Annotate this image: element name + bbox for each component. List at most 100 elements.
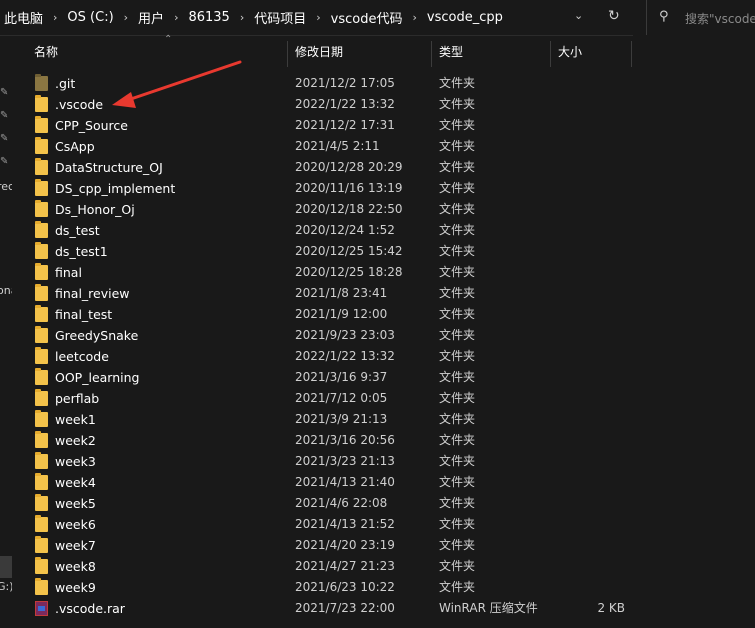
file-row[interactable]: week6 2021/4/13 21:52 文件夹 <box>12 514 755 535</box>
file-name: week4 <box>55 475 96 490</box>
breadcrumb-code-projects[interactable]: 代码项目 <box>254 8 306 27</box>
file-row[interactable]: ds_test 2020/12/24 1:52 文件夹 <box>12 220 755 241</box>
file-name: final_review <box>55 286 130 301</box>
breadcrumb-this-pc[interactable]: 此电脑 <box>4 8 43 27</box>
file-row[interactable]: .git 2021/12/2 17:05 文件夹 <box>12 73 755 94</box>
breadcrumb-separator-icon[interactable]: › <box>316 11 320 24</box>
folder-icon <box>35 158 48 175</box>
folder-icon <box>35 326 48 343</box>
file-modified-date: 2021/3/9 21:13 <box>295 412 388 426</box>
breadcrumb-separator-icon[interactable]: › <box>53 11 57 24</box>
nav-selected-item[interactable] <box>0 556 12 578</box>
file-type: 文件夹 <box>439 202 476 216</box>
chevron-down-icon[interactable]: ⌄ <box>574 9 583 22</box>
column-header-row: ⌃ 名称 修改日期 类型 大小 <box>12 34 755 68</box>
column-divider[interactable] <box>550 41 551 67</box>
file-row[interactable]: DataStructure_OJ 2020/12/28 20:29 文件夹 <box>12 157 755 178</box>
file-type: 文件夹 <box>439 139 476 153</box>
file-row[interactable]: week4 2021/4/13 21:40 文件夹 <box>12 472 755 493</box>
file-modified-date: 2020/11/16 13:19 <box>295 181 403 195</box>
file-name: week7 <box>55 538 96 553</box>
file-modified-date: 2021/4/13 21:40 <box>295 475 395 489</box>
file-size: 2 KB <box>597 601 625 615</box>
search-box[interactable]: ⚲ 搜索"vscode <box>646 0 755 35</box>
folder-icon <box>35 347 48 364</box>
file-row[interactable]: .vscode.rar 2021/7/23 22:00 WinRAR 压缩文件 2 K… <box>12 598 755 619</box>
file-row[interactable]: leetcode 2022/1/22 13:32 文件夹 <box>12 346 755 367</box>
file-name: OOP_learning <box>55 370 140 385</box>
column-header-size[interactable]: 大小 <box>558 36 582 68</box>
sort-ascending-icon: ⌃ <box>164 34 173 45</box>
pin-icon: ✎ <box>0 87 9 98</box>
breadcrumb-separator-icon[interactable]: › <box>124 11 128 24</box>
folder-icon <box>35 515 48 532</box>
file-type: 文件夹 <box>439 160 476 174</box>
column-divider[interactable] <box>431 41 432 67</box>
file-type: 文件夹 <box>439 538 476 552</box>
search-input[interactable]: 搜索"vscode <box>685 10 755 27</box>
file-row[interactable]: week7 2021/4/20 23:19 文件夹 <box>12 535 755 556</box>
refresh-icon[interactable]: ↻ <box>608 8 620 24</box>
breadcrumb-drive-c[interactable]: OS (C:) <box>67 10 113 25</box>
folder-icon <box>35 494 48 511</box>
file-row[interactable]: Ds_Honor_Oj 2020/12/18 22:50 文件夹 <box>12 199 755 220</box>
file-name: .vscode <box>55 97 104 112</box>
file-type: 文件夹 <box>439 286 476 300</box>
file-row[interactable]: OOP_learning 2021/3/16 9:37 文件夹 <box>12 367 755 388</box>
column-divider[interactable] <box>287 41 288 67</box>
file-row[interactable]: week2 2021/3/16 20:56 文件夹 <box>12 430 755 451</box>
file-row[interactable]: final 2020/12/25 18:28 文件夹 <box>12 262 755 283</box>
file-row[interactable]: perflab 2021/7/12 0:05 文件夹 <box>12 388 755 409</box>
file-type: 文件夹 <box>439 496 476 510</box>
file-row[interactable]: week3 2021/3/23 21:13 文件夹 <box>12 451 755 472</box>
file-row[interactable]: .vscode 2022/1/22 13:32 文件夹 <box>12 94 755 115</box>
file-row[interactable]: DS_cpp_implement 2020/11/16 13:19 文件夹 <box>12 178 755 199</box>
file-row[interactable]: GreedySnake 2021/9/23 23:03 文件夹 <box>12 325 755 346</box>
file-modified-date: 2021/4/27 21:23 <box>295 559 395 573</box>
file-row[interactable]: week1 2021/3/9 21:13 文件夹 <box>12 409 755 430</box>
file-type: 文件夹 <box>439 223 476 237</box>
file-row[interactable]: final_review 2021/1/8 23:41 文件夹 <box>12 283 755 304</box>
folder-icon <box>35 536 48 553</box>
file-row[interactable]: final_test 2021/1/9 12:00 文件夹 <box>12 304 755 325</box>
breadcrumb-users[interactable]: 用户 <box>138 8 164 27</box>
nav-item-label[interactable]: ona <box>0 284 12 297</box>
navigation-pane[interactable]: ✎ ✎ ✎ ✎ rec ona G:) <box>0 36 12 628</box>
file-name: GreedySnake <box>55 328 139 343</box>
file-modified-date: 2021/12/2 17:05 <box>295 76 395 90</box>
file-row[interactable]: CPP_Source 2021/12/2 17:31 文件夹 <box>12 115 755 136</box>
file-name: DataStructure_OJ <box>55 160 163 175</box>
column-divider[interactable] <box>631 41 632 67</box>
file-type: 文件夹 <box>439 475 476 489</box>
breadcrumb-separator-icon[interactable]: › <box>240 11 244 24</box>
column-header-type[interactable]: 类型 <box>439 36 463 68</box>
address-bar[interactable]: 此电脑 › OS (C:) › 用户 › 86135 › 代码项目 › vsco… <box>0 0 633 36</box>
breadcrumb-separator-icon[interactable]: › <box>412 11 416 24</box>
column-header-name[interactable]: 名称 <box>34 36 58 68</box>
column-header-modified[interactable]: 修改日期 <box>295 36 343 68</box>
folder-icon <box>35 179 48 196</box>
file-modified-date: 2021/9/23 23:03 <box>295 328 395 342</box>
nav-item-label[interactable]: rec <box>0 180 12 193</box>
breadcrumb-vscode-cpp[interactable]: vscode_cpp <box>427 10 503 25</box>
file-name: Ds_Honor_Oj <box>55 202 135 217</box>
file-type: 文件夹 <box>439 265 476 279</box>
file-modified-date: 2021/3/16 20:56 <box>295 433 395 447</box>
file-name: final <box>55 265 82 280</box>
file-row[interactable]: week5 2021/4/6 22:08 文件夹 <box>12 493 755 514</box>
file-row[interactable]: week9 2021/6/23 10:22 文件夹 <box>12 577 755 598</box>
file-modified-date: 2020/12/24 1:52 <box>295 223 395 237</box>
file-modified-date: 2020/12/25 18:28 <box>295 265 403 279</box>
breadcrumb-user[interactable]: 86135 <box>188 10 229 25</box>
breadcrumb-vscode-code[interactable]: vscode代码 <box>331 8 403 27</box>
folder-icon <box>35 221 48 238</box>
file-row[interactable]: ds_test1 2020/12/25 15:42 文件夹 <box>12 241 755 262</box>
file-name: .vscode.rar <box>55 601 125 616</box>
file-row[interactable]: CsApp 2021/4/5 2:11 文件夹 <box>12 136 755 157</box>
file-modified-date: 2021/4/6 22:08 <box>295 496 388 510</box>
file-row[interactable]: week8 2021/4/27 21:23 文件夹 <box>12 556 755 577</box>
breadcrumb-separator-icon[interactable]: › <box>174 11 178 24</box>
nav-item-label[interactable]: G:) <box>0 580 12 593</box>
file-modified-date: 2021/4/13 21:52 <box>295 517 395 531</box>
file-modified-date: 2021/12/2 17:31 <box>295 118 395 132</box>
